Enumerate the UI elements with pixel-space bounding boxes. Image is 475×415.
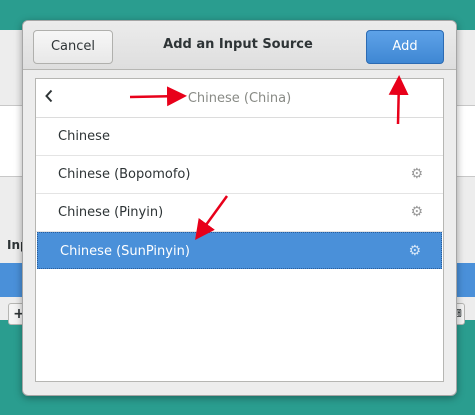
list-header: Chinese (China) [36, 79, 443, 118]
list-item-chinese-bopomofo[interactable]: Chinese (Bopomofo) ⚙ [36, 156, 443, 194]
cancel-button[interactable]: Cancel [33, 30, 113, 64]
list-item-chinese-sunpinyin[interactable]: Chinese (SunPinyin) ⚙ [37, 232, 442, 269]
back-button[interactable] [40, 87, 58, 109]
list-item-label: Chinese (SunPinyin) [60, 244, 190, 259]
add-input-source-dialog: Cancel Add an Input Source Add Chinese (… [22, 20, 457, 396]
gear-icon[interactable]: ⚙ [408, 233, 421, 270]
gear-icon[interactable]: ⚙ [410, 156, 423, 193]
dialog-headerbar: Cancel Add an Input Source Add [23, 21, 456, 70]
list-item-label: Chinese (Pinyin) [58, 205, 164, 220]
list-header-title: Chinese (China) [187, 91, 292, 106]
list-item-label: Chinese [58, 129, 110, 144]
gear-icon[interactable]: ⚙ [410, 194, 423, 231]
dialog-title: Add an Input Source [163, 37, 313, 52]
input-source-list: Chinese (China) Chinese Chinese (Bopomof… [35, 78, 444, 382]
list-item-label: Chinese (Bopomofo) [58, 167, 191, 182]
list-item-chinese-pinyin[interactable]: Chinese (Pinyin) ⚙ [36, 194, 443, 232]
add-button[interactable]: Add [366, 30, 444, 64]
chevron-left-icon [45, 89, 53, 103]
list-item-chinese[interactable]: Chinese [36, 118, 443, 156]
